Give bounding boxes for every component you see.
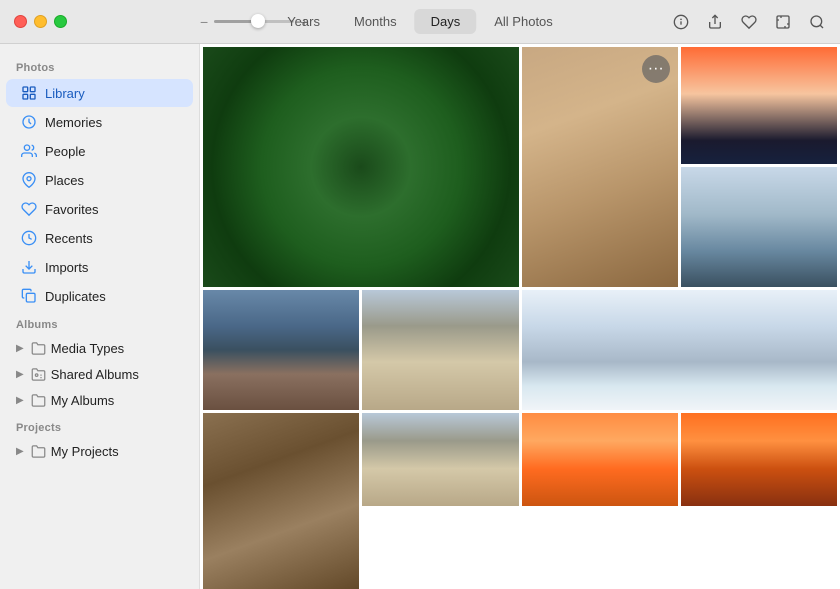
sidebar-item-memories[interactable]: Memories <box>6 108 193 136</box>
photo-grid: ··· <box>200 44 840 589</box>
tab-years[interactable]: Years <box>271 9 336 34</box>
tab-months[interactable]: Months <box>338 9 413 34</box>
chevron-shared-albums: ▶ <box>16 369 24 380</box>
chevron-my-projects: ▶ <box>16 446 24 457</box>
sidebar-group-media-types[interactable]: ▶ Media Types <box>6 336 193 361</box>
media-types-folder-icon <box>31 341 46 356</box>
photo-old-city[interactable] <box>362 290 518 410</box>
photo-winding-road[interactable] <box>203 413 359 589</box>
traffic-lights <box>14 15 67 28</box>
photo-woman-hat[interactable] <box>522 413 678 506</box>
photo-snow-mountain[interactable] <box>522 290 838 410</box>
people-icon <box>20 142 38 160</box>
sidebar-label-my-albums: My Albums <box>51 393 115 408</box>
photo-lake-mountain[interactable] <box>203 290 359 410</box>
tab-days[interactable]: Days <box>415 9 477 34</box>
memories-icon <box>20 113 38 131</box>
photo-woman-sunset[interactable] <box>681 413 837 506</box>
maximize-button[interactable] <box>54 15 67 28</box>
photo-forest[interactable] <box>203 47 519 287</box>
sidebar-label-duplicates: Duplicates <box>45 289 106 304</box>
sidebar-item-library[interactable]: Library <box>6 79 193 107</box>
section-label-projects: Projects <box>0 414 199 438</box>
sidebar-group-my-albums[interactable]: ▶ My Albums <box>6 388 193 413</box>
more-button[interactable]: ··· <box>642 55 670 83</box>
favorites-icon <box>20 200 38 218</box>
search-icon[interactable] <box>808 13 826 31</box>
photo-sunset-couple[interactable] <box>681 47 837 164</box>
sidebar-group-my-projects[interactable]: ▶ My Projects <box>6 439 193 464</box>
sidebar-item-duplicates[interactable]: Duplicates <box>6 282 193 310</box>
sidebar-item-places[interactable]: Places <box>6 166 193 194</box>
sidebar-group-shared-albums[interactable]: ▶ Shared Albums <box>6 362 193 387</box>
places-icon <box>20 171 38 189</box>
section-label-photos: Photos <box>0 54 199 78</box>
sidebar-label-imports: Imports <box>45 260 88 275</box>
share-icon[interactable] <box>706 13 724 31</box>
tab-all-photos[interactable]: All Photos <box>478 9 569 34</box>
my-albums-folder-icon <box>31 393 46 408</box>
sidebar-label-media-types: Media Types <box>51 341 124 356</box>
sidebar-label-recents: Recents <box>45 231 93 246</box>
sidebar-item-imports[interactable]: Imports <box>6 253 193 281</box>
info-svg <box>673 14 689 30</box>
my-projects-folder-icon <box>31 444 46 459</box>
photo-mountain-woman[interactable] <box>681 167 837 287</box>
duplicates-icon <box>20 287 38 305</box>
library-icon <box>20 84 38 102</box>
chevron-my-albums: ▶ <box>16 395 24 406</box>
sidebar-label-library: Library <box>45 86 85 101</box>
sidebar-item-people[interactable]: People <box>6 137 193 165</box>
main-area: Photos Library Memories <box>0 44 840 589</box>
chevron-media-types: ▶ <box>16 343 24 354</box>
zoom-minus-icon[interactable]: − <box>200 15 208 29</box>
favorite-icon[interactable] <box>740 13 758 31</box>
imports-icon <box>20 258 38 276</box>
zoom-thumb[interactable] <box>251 14 265 28</box>
recents-icon <box>20 229 38 247</box>
heart-svg <box>741 14 757 30</box>
section-label-albums: Albums <box>0 311 199 335</box>
dots-icon: ··· <box>648 60 664 78</box>
sidebar-label-my-projects: My Projects <box>51 444 119 459</box>
share-svg <box>707 14 723 30</box>
sidebar-label-memories: Memories <box>45 115 102 130</box>
titlebar: − + Years Months Days All Photos <box>0 0 840 44</box>
sidebar-label-places: Places <box>45 173 84 188</box>
info-icon[interactable] <box>672 13 690 31</box>
photo-castle[interactable] <box>362 413 518 506</box>
close-button[interactable] <box>14 15 27 28</box>
photo-woman-beach[interactable]: ··· <box>522 47 678 287</box>
sidebar-label-people: People <box>45 144 85 159</box>
sidebar-label-favorites: Favorites <box>45 202 98 217</box>
nav-tabs: Years Months Days All Photos <box>271 9 569 34</box>
toolbar-right <box>672 13 826 31</box>
rotate-icon[interactable] <box>774 13 792 31</box>
minimize-button[interactable] <box>34 15 47 28</box>
search-svg <box>809 14 825 30</box>
sidebar-label-shared-albums: Shared Albums <box>51 367 139 382</box>
rotate-svg <box>775 14 791 30</box>
grid-container: ··· <box>200 44 840 589</box>
sidebar-item-favorites[interactable]: Favorites <box>6 195 193 223</box>
sidebar-item-recents[interactable]: Recents <box>6 224 193 252</box>
sidebar: Photos Library Memories <box>0 44 200 589</box>
shared-albums-folder-icon <box>31 367 46 382</box>
